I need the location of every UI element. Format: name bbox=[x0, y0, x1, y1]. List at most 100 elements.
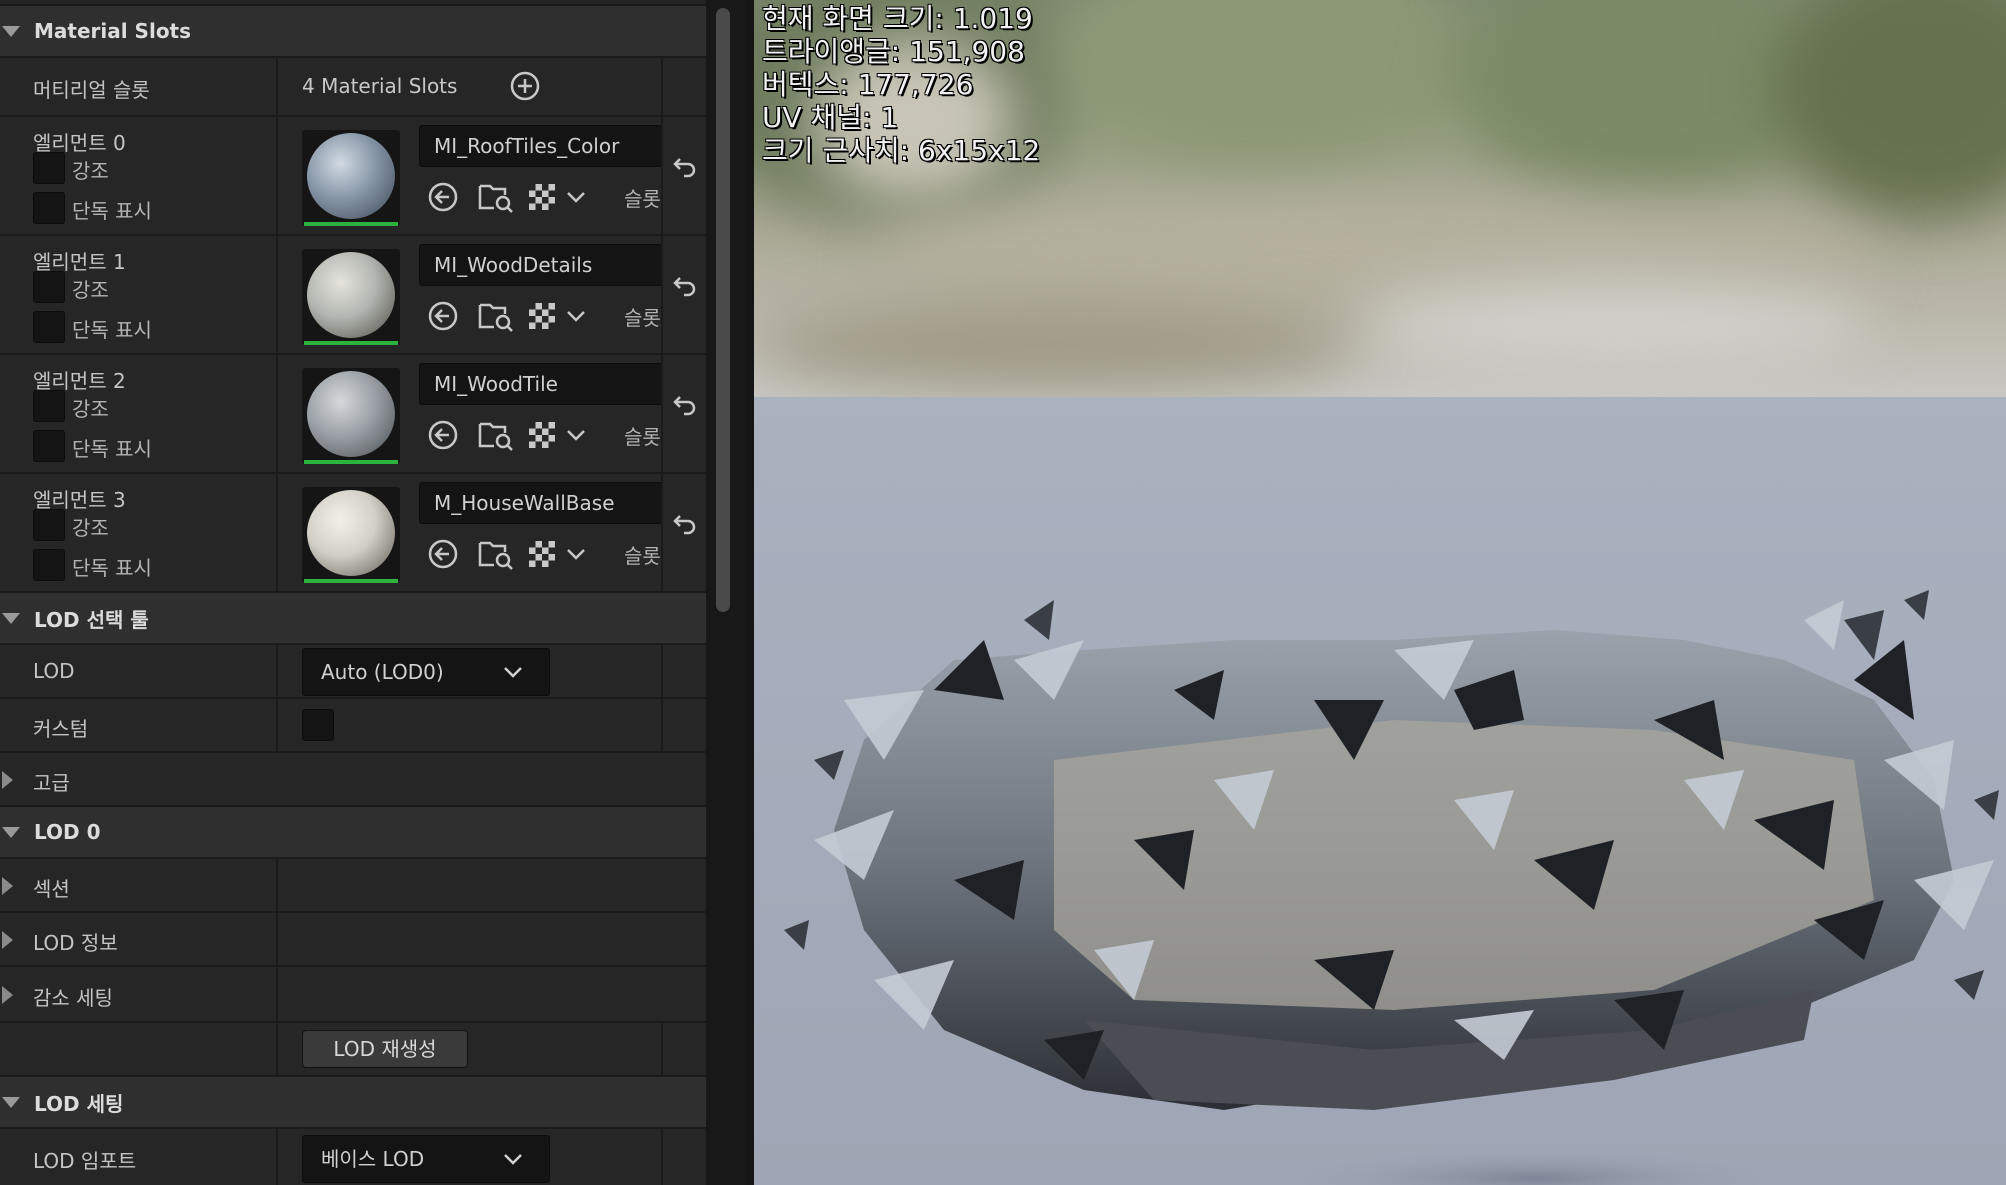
slot-label: 슬롯 bbox=[624, 425, 661, 449]
isolate-label: 단독 표시 bbox=[72, 318, 152, 342]
isolate-checkbox[interactable] bbox=[33, 311, 65, 343]
browse-asset-icon[interactable] bbox=[478, 418, 514, 452]
material-valid-bar bbox=[304, 460, 398, 464]
highlight-checkbox[interactable] bbox=[33, 152, 65, 184]
material-valid-bar bbox=[304, 579, 398, 583]
stat-screen-size: 현재 화면 크기: 1.019 bbox=[762, 2, 1033, 35]
isolate-checkbox[interactable] bbox=[33, 192, 65, 224]
add-material-slot-icon[interactable] bbox=[509, 70, 541, 102]
checker-texture-icon[interactable] bbox=[528, 540, 556, 568]
isolate-label: 단독 표시 bbox=[72, 556, 152, 580]
use-selected-asset-icon[interactable] bbox=[426, 537, 460, 571]
lod-dropdown[interactable]: Auto (LOD0) bbox=[302, 648, 550, 696]
material-thumbnail[interactable] bbox=[302, 487, 400, 583]
expand-triangle-icon bbox=[2, 826, 20, 838]
advanced-row[interactable]: 고급 bbox=[0, 751, 706, 805]
stat-approx-size: 크기 근사치: 6x15x12 bbox=[762, 134, 1041, 167]
reset-arrow-icon[interactable] bbox=[672, 512, 698, 536]
material-valid-bar bbox=[304, 341, 398, 345]
highlight-checkbox[interactable] bbox=[33, 390, 65, 422]
slot-label: 슬롯 bbox=[624, 306, 661, 330]
chevron-down-icon[interactable] bbox=[566, 547, 586, 561]
material-slots-label: 머티리얼 슬롯 bbox=[33, 78, 150, 102]
expand-triangle-icon bbox=[2, 1096, 20, 1108]
reset-arrow-icon[interactable] bbox=[672, 155, 698, 179]
isolate-checkbox[interactable] bbox=[33, 549, 65, 581]
section-lod-picker[interactable]: LOD 선택 툴 bbox=[0, 591, 706, 643]
highlight-label: 강조 bbox=[72, 159, 109, 183]
use-selected-asset-icon[interactable] bbox=[426, 299, 460, 333]
material-thumbnail[interactable] bbox=[302, 249, 400, 345]
checker-texture-icon[interactable] bbox=[528, 302, 556, 330]
chevron-down-icon[interactable] bbox=[566, 190, 586, 204]
lod-import-dropdown-value: 베이스 LOD bbox=[321, 1147, 425, 1171]
reset-arrow-icon[interactable] bbox=[672, 274, 698, 298]
lod-info-row[interactable]: LOD 정보 bbox=[0, 911, 706, 965]
isolate-label: 단독 표시 bbox=[72, 437, 152, 461]
collapse-triangle-icon bbox=[2, 986, 13, 1004]
highlight-label: 강조 bbox=[72, 397, 109, 421]
isolate-checkbox[interactable] bbox=[33, 430, 65, 462]
lod-dropdown-value: Auto (LOD0) bbox=[321, 660, 444, 684]
material-thumbnail[interactable] bbox=[302, 130, 400, 226]
highlight-checkbox[interactable] bbox=[33, 271, 65, 303]
regenerate-lod-button[interactable]: LOD 재생성 bbox=[302, 1030, 468, 1068]
material-name-field[interactable]: MI_WoodDetails bbox=[419, 244, 663, 286]
advanced-label: 고급 bbox=[33, 771, 70, 795]
material-valid-bar bbox=[304, 222, 398, 226]
panel-scrollbar-thumb[interactable] bbox=[716, 8, 730, 612]
collapse-triangle-icon bbox=[2, 771, 13, 789]
highlight-label: 강조 bbox=[72, 278, 109, 302]
lod-import-label: LOD 임포트 bbox=[33, 1149, 137, 1173]
material-slots-row: 머티리얼 슬롯 4 Material Slots bbox=[0, 56, 706, 115]
stat-uv-channels: UV 채널: 1 bbox=[762, 101, 899, 134]
section-material-slots[interactable]: Material Slots bbox=[0, 4, 706, 56]
lod-row: LOD Auto (LOD0) bbox=[0, 643, 706, 697]
chevron-down-icon bbox=[504, 1154, 522, 1165]
material-name-field[interactable]: MI_WoodTile bbox=[419, 363, 663, 405]
section-lod-settings[interactable]: LOD 세팅 bbox=[0, 1075, 706, 1127]
lod-import-dropdown[interactable]: 베이스 LOD bbox=[302, 1135, 550, 1183]
section-title: Material Slots bbox=[34, 19, 192, 43]
slot-label: 슬롯 bbox=[624, 187, 661, 211]
custom-checkbox[interactable] bbox=[302, 709, 334, 741]
browse-asset-icon[interactable] bbox=[478, 299, 514, 333]
custom-label: 커스텀 bbox=[33, 717, 89, 741]
expand-triangle-icon bbox=[2, 612, 20, 624]
material-element-2: 엘리먼트 2 강조 단독 표시 MI_WoodTile 슬롯 bbox=[0, 353, 706, 472]
collapse-triangle-icon bbox=[2, 877, 13, 895]
checker-texture-icon[interactable] bbox=[528, 421, 556, 449]
isolate-label: 단독 표시 bbox=[72, 199, 152, 223]
sections-label: 섹션 bbox=[33, 877, 70, 901]
browse-asset-icon[interactable] bbox=[478, 180, 514, 214]
material-name-field[interactable]: M_HouseWallBase bbox=[419, 482, 663, 524]
section-title: LOD 세팅 bbox=[34, 1091, 124, 1116]
material-thumbnail[interactable] bbox=[302, 368, 400, 464]
reduction-settings-row[interactable]: 감소 세팅 bbox=[0, 965, 706, 1021]
chevron-down-icon[interactable] bbox=[566, 309, 586, 323]
reset-arrow-icon[interactable] bbox=[672, 393, 698, 417]
material-element-3: 엘리먼트 3 강조 단독 표시 M_HouseWallBase 슬롯 bbox=[0, 472, 706, 591]
material-name-field[interactable]: MI_RoofTiles_Color bbox=[419, 125, 663, 167]
highlight-label: 강조 bbox=[72, 516, 109, 540]
highlight-checkbox[interactable] bbox=[33, 509, 65, 541]
stat-triangles: 트라이앵글: 151,908 bbox=[762, 35, 1025, 68]
chevron-down-icon bbox=[504, 667, 522, 678]
static-mesh-preview bbox=[784, 590, 1999, 1185]
viewport[interactable]: 현재 화면 크기: 1.019 트라이앵글: 151,908 버텍스: 177,… bbox=[754, 0, 2006, 1185]
material-element-1: 엘리먼트 1 강조 단독 표시 MI_WoodDetails 슬롯 bbox=[0, 234, 706, 353]
material-element-0: 엘리먼트 0 강조 단독 표시 MI_RoofTiles_Color 슬롯 bbox=[0, 115, 706, 234]
slot-label: 슬롯 bbox=[624, 544, 661, 568]
use-selected-asset-icon[interactable] bbox=[426, 180, 460, 214]
lod-info-label: LOD 정보 bbox=[33, 931, 118, 955]
browse-asset-icon[interactable] bbox=[478, 537, 514, 571]
custom-row: 커스텀 bbox=[0, 697, 706, 751]
chevron-down-icon[interactable] bbox=[566, 428, 586, 442]
section-title: LOD 0 bbox=[34, 820, 101, 844]
checker-texture-icon[interactable] bbox=[528, 183, 556, 211]
section-lod0[interactable]: LOD 0 bbox=[0, 805, 706, 857]
regenerate-row: LOD 재생성 bbox=[0, 1021, 706, 1075]
use-selected-asset-icon[interactable] bbox=[426, 418, 460, 452]
lod-import-row: LOD 임포트 베이스 LOD bbox=[0, 1127, 706, 1185]
sections-row[interactable]: 섹션 bbox=[0, 857, 706, 911]
